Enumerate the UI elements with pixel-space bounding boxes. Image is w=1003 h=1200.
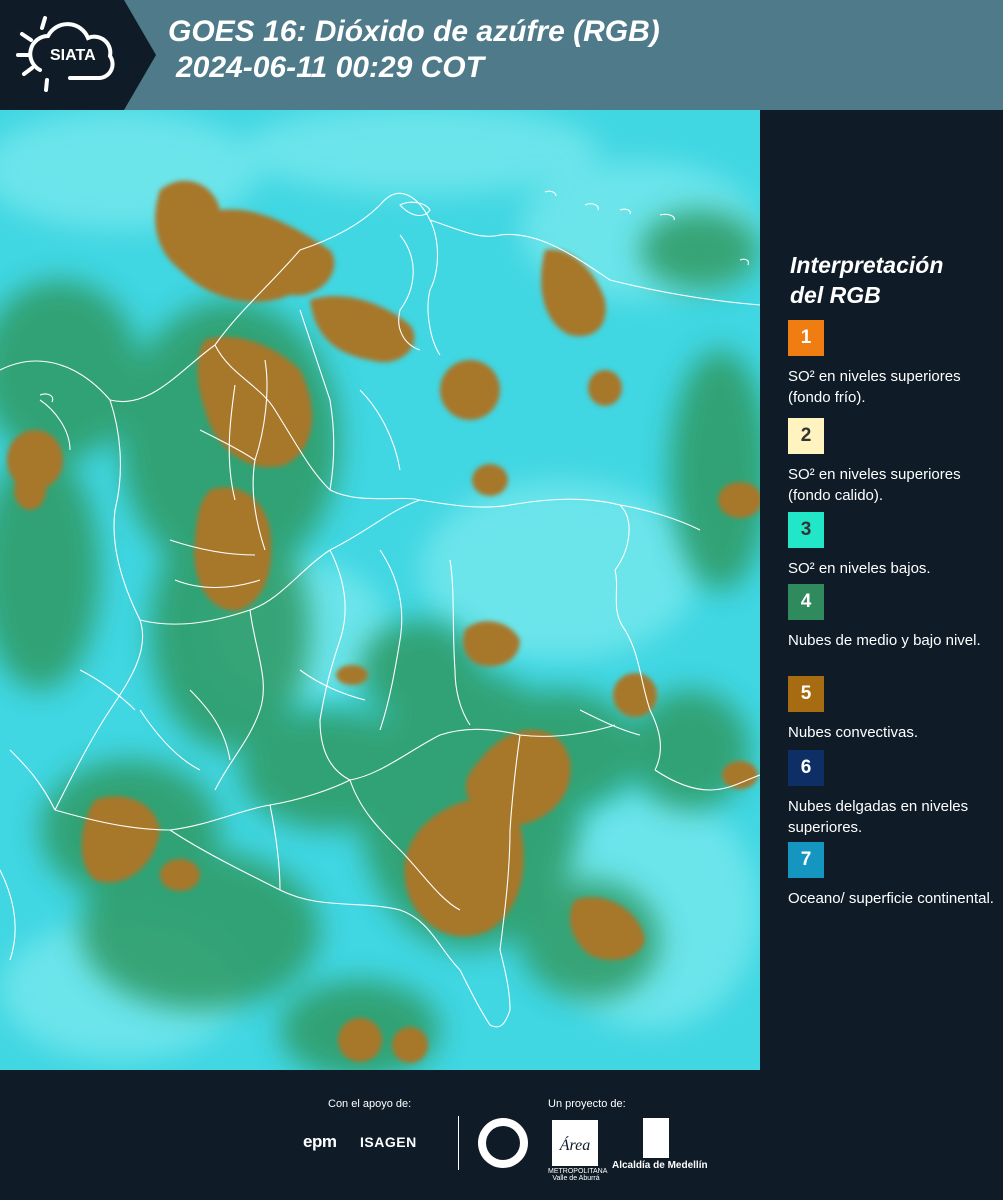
title-line-1: GOES 16: Dióxido de azúfre (RGB) xyxy=(168,15,660,48)
legend-swatch-1: 1 xyxy=(788,320,824,356)
legend-title-line-2: del RGB xyxy=(790,282,881,308)
legend-text-1: SO² en niveles superiores (fondo frío). xyxy=(788,368,961,406)
isagen-logo: ISAGEN xyxy=(360,1134,417,1150)
legend-item-6: 6 Nubes delgadas en niveles superiores. xyxy=(788,750,998,838)
legend-text-5: Nubes convectivas. xyxy=(788,724,919,741)
legend-text-4: Nubes de medio y bajo nivel. xyxy=(788,632,981,649)
legend-swatch-7: 7 xyxy=(788,842,824,878)
legend-text-7: Oceano/ superficie continental. xyxy=(788,890,994,907)
legend-item-7: 7 Oceano/ superficie continental. xyxy=(788,842,998,909)
legend-item-3: 3 SO² en niveles bajos. xyxy=(788,512,998,579)
alcaldia-logo-text: Alcaldía de Medellín xyxy=(612,1160,708,1171)
map-image xyxy=(0,110,760,1070)
legend-item-1: 1 SO² en niveles superiores (fondo frío)… xyxy=(788,320,998,408)
satellite-map[interactable] xyxy=(0,110,760,1070)
area-metropolitana-caption: METROPOLITANA Valle de Aburrá xyxy=(548,1168,608,1182)
legend-swatch-4: 4 xyxy=(788,584,824,620)
legend-panel: Interpretación del RGB 1 SO² en niveles … xyxy=(760,110,1003,1070)
siata-logo: SIATA xyxy=(0,0,156,110)
legend-swatch-3: 3 xyxy=(788,512,824,548)
legend-swatch-5: 5 xyxy=(788,676,824,712)
area-logo-text: Área xyxy=(559,1135,591,1154)
page-title: GOES 16: Dióxido de azúfre (RGB) 2024-06… xyxy=(168,14,660,86)
legend-swatch-2: 2 xyxy=(788,418,824,454)
legend-text-3: SO² en niveles bajos. xyxy=(788,560,931,577)
support-label: Con el apoyo de: xyxy=(328,1098,412,1110)
logo-text: SIATA xyxy=(50,47,96,64)
legend-swatch-6: 6 xyxy=(788,750,824,786)
legend-text-6: Nubes delgadas en niveles superiores. xyxy=(788,798,969,836)
project-label: Un proyecto de: xyxy=(548,1098,626,1110)
legend-item-2: 2 SO² en niveles superiores (fondo calid… xyxy=(788,418,998,506)
legend-text-2: SO² en niveles superiores (fondo calido)… xyxy=(788,466,961,504)
footer-sponsors: Con el apoyo de: Un proyecto de: epm ISA… xyxy=(0,1070,1003,1200)
medellin-seal-icon xyxy=(478,1118,528,1168)
legend-item-5: 5 Nubes convectivas. xyxy=(788,676,998,743)
legend-title: Interpretación del RGB xyxy=(790,250,943,310)
legend-item-4: 4 Nubes de medio y bajo nivel. xyxy=(788,584,998,651)
alcaldia-emblem-icon xyxy=(643,1118,669,1158)
title-line-2: 2024-06-11 00:29 COT xyxy=(176,51,484,84)
header-bar: SIATA GOES 16: Dióxido de azúfre (RGB) 2… xyxy=(0,0,1003,110)
legend-title-line-1: Interpretación xyxy=(790,252,944,278)
footer-divider xyxy=(458,1116,459,1170)
epm-logo: epm xyxy=(303,1132,337,1151)
area-metropolitana-logo: Área xyxy=(552,1120,598,1166)
